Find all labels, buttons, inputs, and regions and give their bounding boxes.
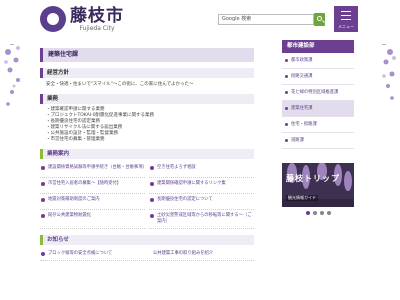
arrow-icon bbox=[150, 214, 154, 218]
guide-link-label: 建設関係資格試験等申請手続き（台帳・台帳事項） bbox=[48, 165, 147, 170]
overview-text: 安全・快適・住まいで"スマイル"～この街に、この家に住んでよかった～ bbox=[46, 82, 194, 87]
menu-label: メニュー bbox=[338, 24, 354, 29]
sidebar-item[interactable]: 住宅・街路課 bbox=[282, 117, 354, 133]
guide-link-label: 長期優良住宅の認定について bbox=[157, 197, 213, 202]
logo-text: 藤枝市 Fujieda City bbox=[70, 7, 124, 32]
guide-link[interactable]: 土砂災害警戒区域等からの移転等に関する～（ご案内） bbox=[149, 210, 254, 229]
sidebar-item[interactable]: 街路交通課 bbox=[282, 69, 354, 85]
search-button[interactable] bbox=[314, 13, 325, 26]
arrow-icon bbox=[41, 214, 45, 218]
sidebar-item[interactable]: 都市政策課 bbox=[282, 53, 354, 69]
hamburger-icon bbox=[341, 11, 351, 12]
search-icon bbox=[317, 16, 322, 21]
site-header: 藤枝市 Fujieda City Google 検索 メニュー bbox=[0, 0, 400, 44]
hamburger-icon-bar bbox=[341, 15, 351, 16]
guide-link-label: 既存公共建築物耐震化 bbox=[48, 213, 91, 218]
sidebar-item-active[interactable]: 建築住宅課 bbox=[282, 101, 354, 117]
guide-link[interactable]: 建築関係確認申請に関するリンク集 bbox=[149, 178, 254, 194]
site-logo[interactable]: 藤枝市 Fujieda City bbox=[40, 6, 124, 32]
banner-pager bbox=[282, 209, 354, 217]
guide-link[interactable]: 長期優良住宅の認定について bbox=[149, 194, 254, 210]
overview-heading: 経営方針 bbox=[40, 68, 254, 78]
guide-link-label: 空き住宅よろず相談 bbox=[157, 165, 196, 170]
arrow-icon bbox=[150, 198, 154, 202]
page: 藤枝市 Fujieda City Google 検索 メニュー 建築住宅課 経営… bbox=[0, 0, 400, 300]
hamburger-icon-bar bbox=[341, 19, 351, 20]
page-title: 建築住宅課 bbox=[40, 48, 254, 62]
banner-subtitle: 観光情報ガイド bbox=[286, 195, 318, 201]
guide-link-label: 土砂災害警戒区域等からの移転等に関する～（ご案内） bbox=[157, 213, 252, 224]
pager-dot[interactable] bbox=[313, 211, 317, 215]
guide-link[interactable]: 建設関係資格試験等申請手続き（台帳・台帳事項） bbox=[40, 162, 147, 178]
guide-link-label: 建築関係確認申請に関するリンク集 bbox=[157, 181, 226, 186]
sidebar-item-label: 都市政策課 bbox=[291, 58, 313, 63]
guide-link-label: 市営住宅入居者の募集～【随時受付】 bbox=[48, 181, 122, 186]
bullet-icon bbox=[285, 59, 288, 62]
arrow-icon bbox=[41, 198, 45, 202]
arrow-icon bbox=[150, 166, 154, 170]
main-content: 建築住宅課 経営方針 安全・快適・住まいで"スマイル"～この街に、この家に住んで… bbox=[40, 48, 254, 300]
guide-link[interactable]: 既存公共建築物耐震化 bbox=[40, 210, 145, 229]
guide-links: 建設関係資格試験等申請手続き（台帳・台帳事項） 空き住宅よろず相談 市営住宅入居… bbox=[40, 162, 254, 229]
bullet-icon bbox=[285, 75, 288, 78]
arrow-icon bbox=[150, 182, 154, 186]
news-list: ブロック塀等の安全点検について 公共建築工事の取り組みを紹介 bbox=[40, 248, 254, 261]
news-item[interactable]: ブロック塀等の安全点検について bbox=[48, 251, 149, 257]
banner-title: 藤枝トリップ bbox=[286, 173, 340, 183]
bullet-icon bbox=[285, 91, 288, 94]
pager-dot-active[interactable] bbox=[306, 211, 310, 215]
business-heading: 業務 bbox=[40, 94, 254, 104]
wisteria-decoration-left bbox=[1, 4, 25, 106]
sidebar-item[interactable]: 花と緑の特別区域推進課 bbox=[282, 85, 354, 101]
logo-japanese: 藤枝市 bbox=[70, 5, 124, 26]
guide-link[interactable]: 地震対策補助制度のご案内 bbox=[40, 194, 145, 210]
bullet-icon bbox=[285, 123, 288, 126]
wisteria-decoration-right bbox=[378, 4, 399, 100]
bullet-icon bbox=[285, 139, 288, 142]
sidebar-item-label: 花と緑の特別区域推進課 bbox=[291, 90, 339, 95]
arrow-icon bbox=[41, 166, 45, 170]
pager-dot[interactable] bbox=[320, 211, 324, 215]
guide-link-label: 地震対策補助制度のご案内 bbox=[48, 197, 100, 202]
bullet-icon bbox=[285, 107, 288, 110]
sidebar-item-label: 建築住宅課 bbox=[291, 106, 313, 111]
news-heading[interactable]: お知らせ bbox=[40, 235, 254, 245]
guide-heading[interactable]: 業務案内 bbox=[40, 149, 254, 159]
sidebar-item-label: 住宅・街路課 bbox=[291, 122, 317, 127]
tourism-banner[interactable]: 藤枝トリップ 観光情報ガイド bbox=[282, 163, 354, 207]
search-input[interactable]: Google 検索 bbox=[218, 14, 314, 25]
sidebar-heading: 都市建設部 bbox=[282, 40, 354, 53]
business-list: 建築確認申請に関する業務 プロジェクトTOKAI-0耐震化促進事業に関する業務 … bbox=[40, 107, 254, 143]
menu-button[interactable]: メニュー bbox=[334, 6, 358, 32]
city-emblem-icon bbox=[40, 6, 66, 32]
guide-link[interactable]: 空き住宅よろず相談 bbox=[149, 162, 254, 178]
list-item: 市営住宅の募集・管理業務 bbox=[46, 137, 254, 143]
guide-link[interactable]: 市営住宅入居者の募集～【随時受付】 bbox=[40, 178, 145, 194]
pager-dot[interactable] bbox=[327, 211, 331, 215]
logo-english: Fujieda City bbox=[79, 24, 115, 32]
sidebar-item-label: 街路交通課 bbox=[291, 74, 313, 79]
arrow-icon bbox=[41, 182, 45, 186]
sidebar-item[interactable]: 道路課 bbox=[282, 133, 354, 149]
sidebar: 都市建設部 都市政策課 街路交通課 花と緑の特別区域推進課 建築住宅課 住宅・街… bbox=[282, 40, 354, 300]
sidebar-item-label: 道路課 bbox=[291, 138, 304, 143]
news-item[interactable]: 公共建築工事の取り組みを紹介 bbox=[153, 251, 254, 257]
arrow-icon bbox=[41, 252, 45, 256]
